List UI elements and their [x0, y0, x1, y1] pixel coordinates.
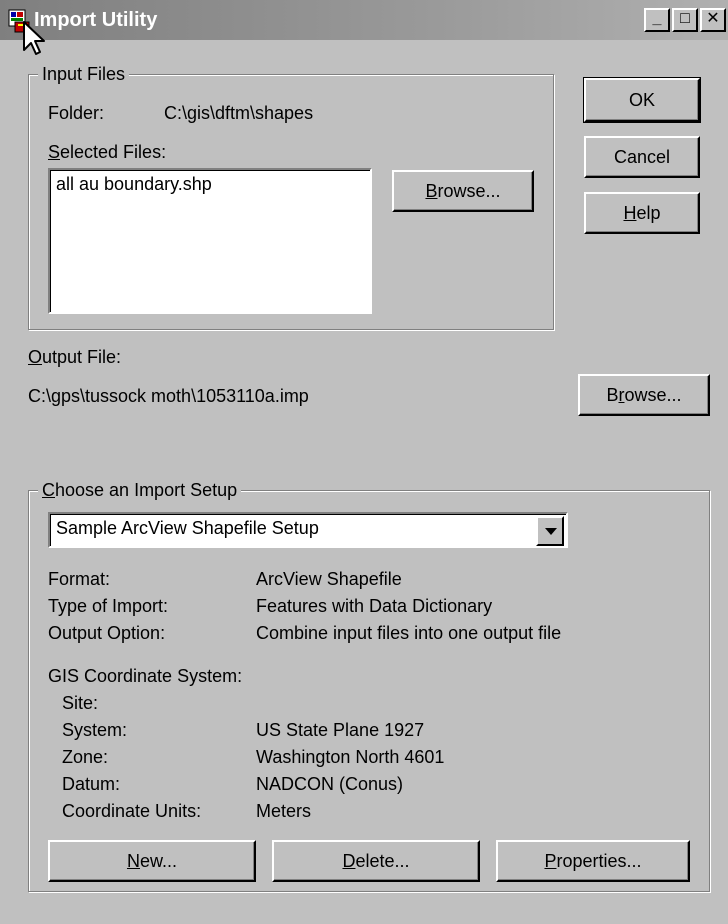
- selected-files-list[interactable]: all au boundary.shp: [48, 168, 372, 314]
- system-label: System:: [62, 720, 128, 740]
- close-button[interactable]: ✕: [700, 8, 726, 32]
- coordinate-units-value: Meters: [256, 801, 312, 821]
- maximize-button[interactable]: □: [672, 8, 698, 32]
- folder-value: C:\gis\dftm\shapes: [164, 103, 314, 123]
- import-setup-selected: Sample ArcView Shapefile Setup: [56, 518, 319, 538]
- import-setup-select[interactable]: Sample ArcView Shapefile Setup: [48, 512, 568, 548]
- output-option-label: Output Option:: [48, 623, 166, 643]
- dropdown-arrow-button[interactable]: [536, 516, 564, 546]
- help-button[interactable]: Help: [584, 192, 700, 234]
- ok-button[interactable]: OK: [583, 77, 701, 123]
- format-label: Format:: [48, 569, 111, 589]
- datum-value: NADCON (Conus): [256, 774, 404, 794]
- output-option-value: Combine input files into one output file: [256, 623, 562, 643]
- zone-value: Washington North 4601: [256, 747, 445, 767]
- output-file-label: Output File:: [28, 347, 122, 367]
- browse-output-button[interactable]: Br owse...: [578, 374, 710, 416]
- browse-input-button[interactable]: Browse...: [392, 170, 534, 212]
- type-of-import-value: Features with Data Dictionary: [256, 596, 493, 616]
- list-item[interactable]: all au boundary.shp: [56, 174, 212, 195]
- input-files-legend: Input Files: [38, 63, 130, 85]
- cancel-button[interactable]: Cancel: [584, 136, 700, 178]
- properties-button[interactable]: Properties...: [496, 840, 690, 882]
- gis-coordinate-system-label: GIS Coordinate System:: [48, 666, 243, 686]
- title-bar[interactable]: Import Utility _ □ ✕: [0, 0, 728, 40]
- coordinate-units-label: Coordinate Units:: [62, 801, 202, 821]
- zone-label: Zone:: [62, 747, 109, 767]
- import-setup-group: [28, 490, 710, 892]
- mouse-cursor-icon: [22, 20, 46, 60]
- delete-setup-button[interactable]: Delete...: [272, 840, 480, 882]
- site-label: Site:: [62, 693, 99, 713]
- format-value: ArcView Shapefile: [256, 569, 402, 589]
- folder-label: Folder:: [48, 103, 105, 123]
- output-file-path: C:\gps\tussock moth\1053110a.imp: [28, 386, 309, 406]
- system-value: US State Plane 1927: [256, 720, 425, 740]
- type-of-import-label: Type of Import:: [48, 596, 169, 616]
- window-title: Import Utility: [34, 9, 158, 31]
- new-setup-button[interactable]: New...: [48, 840, 256, 882]
- import-setup-legend: Choose an Import Setup: [38, 479, 242, 501]
- minimize-button[interactable]: _: [644, 8, 670, 32]
- selected-files-label: Selected Files:: [48, 142, 167, 162]
- chevron-down-icon: [545, 528, 557, 535]
- datum-label: Datum:: [62, 774, 121, 794]
